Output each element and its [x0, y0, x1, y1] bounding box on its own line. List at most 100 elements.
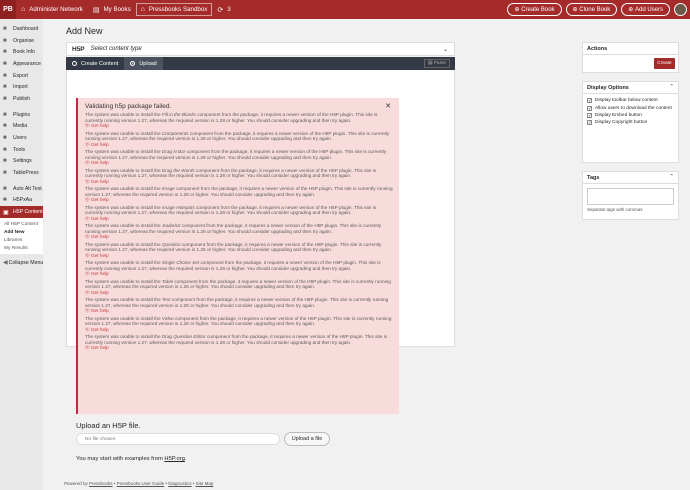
h5p-submenu: All H5P Content Add New Libraries My Res…	[0, 218, 43, 254]
checkbox-checked-icon[interactable]: ✓	[587, 105, 592, 111]
display-option[interactable]: ✓ Display Embed button	[583, 112, 678, 119]
submenu-my-results[interactable]: My Results	[0, 244, 43, 252]
tags-help: Separate tags with commas	[587, 207, 643, 212]
add-users-button[interactable]: ⊕ Add Users	[621, 3, 670, 16]
display-option[interactable]: ✓ Display toolbar below content	[583, 97, 678, 104]
radio-selected-icon	[130, 61, 136, 66]
get-help-link[interactable]: ⓪ Get help	[85, 253, 394, 259]
get-help-link[interactable]: ⓪ Get help	[85, 271, 394, 277]
sidebar-item-tablepress[interactable]: ■ TablePress	[0, 167, 43, 179]
footer-link-site-map[interactable]: Site Map	[196, 481, 214, 486]
footer-link-user-guide[interactable]: Pressbooks User Guide	[117, 481, 165, 486]
publish-icon: ■	[3, 95, 7, 102]
get-help-link[interactable]: ⓪ Get help	[85, 327, 394, 333]
examples-text: You may start with examples from H5P.org…	[76, 456, 187, 462]
get-help-link[interactable]: ⓪ Get help	[85, 308, 394, 314]
dashboard-icon: ■	[3, 25, 7, 32]
paste-button[interactable]: ▤ Paste	[423, 59, 450, 68]
administer-network-link[interactable]: ⌂ Administer Network	[16, 0, 88, 19]
get-help-link[interactable]: ⓪ Get help	[85, 160, 394, 166]
sidebar-item-auto-alt-text[interactable]: ■ Auto Alt Text	[0, 183, 43, 195]
footer-link-pressbooks[interactable]: Pressbooks	[89, 481, 113, 486]
error-item: The system was unable to install the Sin…	[85, 260, 394, 277]
sidebar-item-users[interactable]: ■ Users	[0, 132, 43, 144]
checkbox-checked-icon[interactable]: ✓	[587, 98, 592, 104]
chevron-up-icon[interactable]: ⌃	[669, 84, 674, 90]
pressbooks-logo[interactable]: PB	[0, 0, 16, 19]
sidebar-item-import[interactable]: ■ Import	[0, 81, 43, 93]
get-help-link[interactable]: ⓪ Get help	[85, 216, 394, 222]
display-option[interactable]: ✓ Display Copyright button	[583, 119, 678, 126]
appearance-icon: ■	[3, 60, 7, 67]
network-icon: ⌂	[21, 6, 26, 13]
get-help-link[interactable]: ⓪ Get help	[85, 197, 394, 203]
checkbox-checked-icon[interactable]: ✓	[587, 112, 592, 118]
plugins-icon: ■	[3, 111, 7, 118]
admin-sidebar: ■ Dashboard ■ Organise ■ Book Info ■ Appearance…	[0, 19, 43, 490]
error-item: The system was unable to install the Dra…	[85, 168, 394, 185]
get-help-link[interactable]: ⓪ Get help	[85, 290, 394, 296]
sidebar-item-settings[interactable]: ■ Settings	[0, 156, 43, 168]
avatar[interactable]	[674, 3, 687, 16]
editor-tabs: Create Content Upload ▤ Paste	[66, 57, 455, 70]
get-help-link[interactable]: ⓪ Get help	[85, 179, 394, 185]
display-options-header: Display Options ⌃	[583, 82, 678, 94]
clone-book-button[interactable]: ⊕ Clone Book	[565, 3, 618, 16]
auto-alt-text-icon: ■	[3, 185, 7, 192]
create-button[interactable]: Create	[654, 58, 675, 69]
get-help-link[interactable]: ⓪ Get help	[85, 123, 394, 129]
tags-header: Tags ⌃	[583, 172, 678, 184]
sidebar-item-publish[interactable]: ■ Publish	[0, 93, 43, 105]
error-title: Validating h5p package failed.	[85, 103, 172, 110]
h5p-org-link[interactable]: H5P.org	[164, 456, 185, 462]
sidebar-item-h5pxaa[interactable]: ■ H5PxAa	[0, 195, 43, 207]
chevron-up-icon[interactable]: ⌃	[669, 174, 674, 180]
h5p-logo: H5P	[72, 45, 85, 53]
my-books-link[interactable]: ▤ My Books	[88, 0, 136, 19]
error-item: The system was unable to install the Ima…	[85, 186, 394, 203]
content-type-select[interactable]: H5P Select content type ⌄	[66, 42, 455, 56]
tab-upload[interactable]: Upload	[124, 57, 163, 70]
error-item: The system was unable to install the Tab…	[85, 279, 394, 296]
checkbox-checked-icon[interactable]: ✓	[587, 120, 592, 126]
footer-link-diagnostics[interactable]: Diagnostics	[168, 481, 191, 486]
get-help-link[interactable]: ⓪ Get help	[85, 345, 394, 351]
close-icon[interactable]: ✕	[385, 102, 391, 110]
help-icon: ⓪	[85, 234, 90, 240]
site-link[interactable]: ⌂ Pressbooks Sandbox	[135, 3, 213, 16]
help-icon: ⓪	[85, 289, 90, 295]
user-plus-icon: ⊕	[628, 7, 635, 13]
sidebar-item-h5p-content[interactable]: ▣ H5P Content	[0, 206, 43, 218]
help-icon: ⓪	[85, 141, 90, 147]
submenu-libraries[interactable]: Libraries	[0, 236, 43, 244]
sidebar-item-organise[interactable]: ■ Organise	[0, 35, 43, 47]
admin-bar: PB ⌂ Administer Network ▤ My Books ⌂ Pressb…	[0, 0, 690, 19]
sidebar-item-plugins[interactable]: ■ Plugins	[0, 109, 43, 121]
file-input[interactable]: No file chosen	[76, 433, 280, 445]
tools-icon: ■	[3, 146, 7, 153]
upload-file-button[interactable]: Upload a file	[284, 432, 330, 446]
tab-create-content[interactable]: Create Content	[66, 57, 124, 70]
help-icon: ⓪	[85, 178, 90, 184]
help-icon: ⓪	[85, 197, 90, 203]
error-message: Validating h5p package failed. ✕ The sys…	[76, 98, 399, 414]
sidebar-item-export[interactable]: ■ Export	[0, 70, 43, 82]
updates-link[interactable]: ⟳ 3	[212, 0, 235, 19]
plus-icon: ⊕	[514, 7, 522, 13]
sidebar-item-book-info[interactable]: ■ Book Info	[0, 46, 43, 58]
display-option[interactable]: ✓ Allow users to download the content	[583, 104, 678, 111]
sidebar-item-tools[interactable]: ■ Tools	[0, 144, 43, 156]
sidebar-item-appearance[interactable]: ■ Appearance	[0, 58, 43, 70]
tags-panel: Tags ⌃ Separate tags with commas	[582, 171, 679, 220]
submenu-all-h5p-content[interactable]: All H5P Content	[0, 220, 43, 228]
get-help-link[interactable]: ⓪ Get help	[85, 234, 394, 240]
radio-icon	[72, 61, 77, 66]
create-book-button[interactable]: ⊕ Create Book	[507, 3, 562, 16]
tags-textarea[interactable]	[587, 188, 674, 205]
submenu-add-new[interactable]: Add New	[0, 228, 43, 236]
sidebar-item-dashboard[interactable]: ■ Dashboard	[0, 23, 43, 35]
get-help-link[interactable]: ⓪ Get help	[85, 142, 394, 148]
collapse-menu-button[interactable]: ◀ Collapse Menu	[0, 257, 43, 269]
organise-icon: ■	[3, 37, 7, 44]
sidebar-item-media[interactable]: ■ Media	[0, 121, 43, 133]
